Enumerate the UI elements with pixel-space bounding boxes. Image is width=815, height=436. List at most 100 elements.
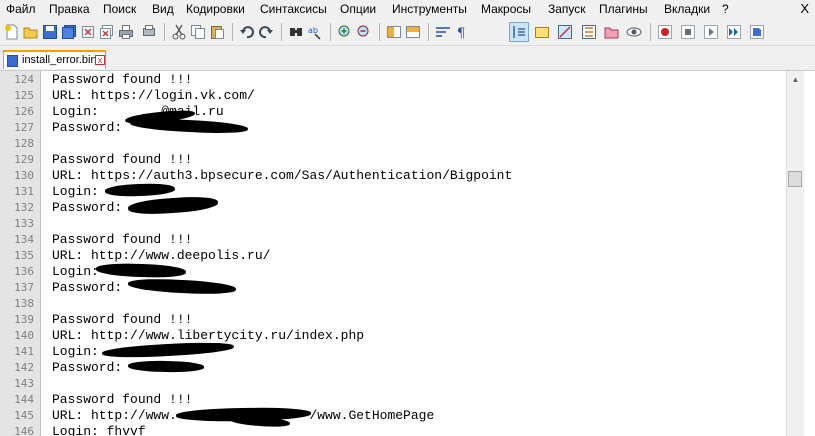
menu-encoding[interactable]: Кодировки — [186, 2, 245, 16]
menu-plugins[interactable]: Плагины — [599, 2, 648, 16]
replace-icon[interactable]: ab — [307, 24, 323, 40]
folder-workspace-icon[interactable] — [604, 24, 620, 40]
menu-run[interactable]: Запуск — [548, 2, 586, 16]
tab-install-error[interactable]: install_error.bin x — [3, 50, 106, 69]
monitoring-icon[interactable] — [626, 24, 642, 40]
zoom-out-icon[interactable] — [356, 24, 372, 40]
code-line: 139 Password found !!! — [0, 312, 790, 328]
line-number: 133 — [14, 217, 34, 230]
stop-record-icon[interactable] — [680, 24, 696, 40]
line-text: Password: — [52, 120, 123, 135]
line-number: 142 — [14, 361, 34, 374]
print-preview-icon[interactable] — [141, 24, 157, 40]
scroll-thumb[interactable] — [788, 171, 802, 187]
line-text: Password found !!! — [52, 72, 193, 87]
editor-area[interactable]: 124 Password found !!! 125 URL: https://log… — [0, 71, 815, 436]
menu-options[interactable]: Опции — [340, 2, 376, 16]
save-all-icon[interactable] — [61, 24, 77, 40]
code-line: 135 URL: http://www.deepolis.ru/ — [0, 248, 790, 264]
toolbar-separator — [428, 23, 429, 41]
line-number: 131 — [14, 185, 34, 198]
toolbar: ab ¶ — [0, 19, 815, 46]
cut-icon[interactable] — [171, 24, 187, 40]
line-number: 127 — [14, 121, 34, 134]
line-text: URL: http://www.libertycity.ru/index.php — [52, 328, 365, 343]
editor-right-edge — [804, 71, 815, 436]
redo-icon[interactable] — [258, 24, 274, 40]
line-text: Password found !!! — [52, 232, 193, 247]
close-icon[interactable] — [80, 24, 96, 40]
menu-syntax[interactable]: Синтаксисы — [260, 2, 327, 16]
line-number: 141 — [14, 345, 34, 358]
line-text: Login: — [52, 184, 99, 199]
function-list-icon[interactable] — [581, 24, 597, 40]
close-window-button[interactable]: X — [800, 1, 809, 16]
save-macro-icon[interactable] — [749, 24, 765, 40]
code-line: 143 — [0, 376, 790, 392]
close-all-icon[interactable] — [99, 24, 115, 40]
menu-tabs[interactable]: Вкладки — [664, 2, 710, 16]
menu-bar: Файл Правка Поиск Вид Кодировки Синтакси… — [0, 0, 815, 19]
menu-search[interactable]: Поиск — [103, 2, 136, 16]
scroll-up-arrow-icon[interactable]: ▲ — [787, 71, 804, 88]
find-icon[interactable] — [288, 24, 304, 40]
saved-file-icon — [7, 55, 18, 67]
play-multiple-icon[interactable] — [726, 24, 742, 40]
undo-icon[interactable] — [239, 24, 255, 40]
code-line: 133 — [0, 216, 790, 232]
vertical-scrollbar[interactable]: ▲ — [786, 71, 804, 436]
toolbar-separator — [281, 23, 282, 41]
new-file-icon[interactable] — [4, 24, 20, 40]
line-number: 130 — [14, 169, 34, 182]
code-line: 142 Password: — [0, 360, 790, 376]
doc-map-icon[interactable] — [557, 24, 573, 40]
print-icon[interactable] — [118, 24, 134, 40]
toolbar-separator — [330, 23, 331, 41]
tab-close-icon[interactable]: x — [95, 55, 105, 65]
open-file-icon[interactable] — [23, 24, 39, 40]
sync-vertical-icon[interactable] — [386, 24, 402, 40]
toolbar-separator — [650, 23, 651, 41]
menu-edit[interactable]: Правка — [49, 2, 90, 16]
line-number: 128 — [14, 137, 34, 150]
line-number: 144 — [14, 393, 34, 406]
user-language-icon[interactable] — [534, 24, 550, 40]
toolbar-separator — [379, 23, 380, 41]
word-wrap-icon[interactable] — [435, 24, 451, 40]
save-icon[interactable] — [42, 24, 58, 40]
line-text: Login: — [52, 344, 99, 359]
line-text: Password: — [52, 280, 123, 295]
line-text: Password: — [52, 200, 123, 215]
toolbar-separator — [232, 23, 233, 41]
indent-guide-icon[interactable] — [509, 22, 529, 42]
menu-file[interactable]: Файл — [6, 2, 36, 16]
code-line: 144 Password found !!! — [0, 392, 790, 408]
code-line: 126 Login: @mail.ru — [0, 104, 790, 120]
show-all-chars-icon[interactable]: ¶ — [454, 24, 470, 41]
code-line: 129 Password found !!! — [0, 152, 790, 168]
paste-icon[interactable] — [209, 24, 225, 40]
record-macro-icon[interactable] — [657, 24, 673, 40]
line-number: 132 — [14, 201, 34, 214]
play-macro-icon[interactable] — [703, 24, 719, 40]
line-text: Password found !!! — [52, 312, 193, 327]
menu-macros[interactable]: Макросы — [481, 2, 531, 16]
line-text: Login: — [52, 264, 99, 279]
sync-horizontal-icon[interactable] — [405, 24, 421, 40]
menu-view[interactable]: Вид — [152, 2, 174, 16]
line-number: 126 — [14, 105, 34, 118]
line-text: URL: https://login.vk.com/ — [52, 88, 255, 103]
svg-text:ab: ab — [308, 26, 318, 35]
tab-bar: install_error.bin x — [0, 46, 815, 71]
line-number: 146 — [14, 425, 34, 436]
code-line: 146 Login: fhvvf — [0, 424, 790, 436]
code-line: 124 Password found !!! — [0, 72, 790, 88]
line-text: URL: https://auth3.bpsecure.com/Sas/Auth… — [52, 168, 513, 183]
line-text: Login: fhvvf — [52, 424, 146, 436]
code-line: 125 URL: https://login.vk.com/ — [0, 88, 790, 104]
copy-icon[interactable] — [190, 24, 206, 40]
code-line: 127 Password: — [0, 120, 790, 136]
zoom-in-icon[interactable] — [337, 24, 353, 40]
menu-help[interactable]: ? — [722, 2, 729, 16]
menu-tools[interactable]: Инструменты — [392, 2, 467, 16]
